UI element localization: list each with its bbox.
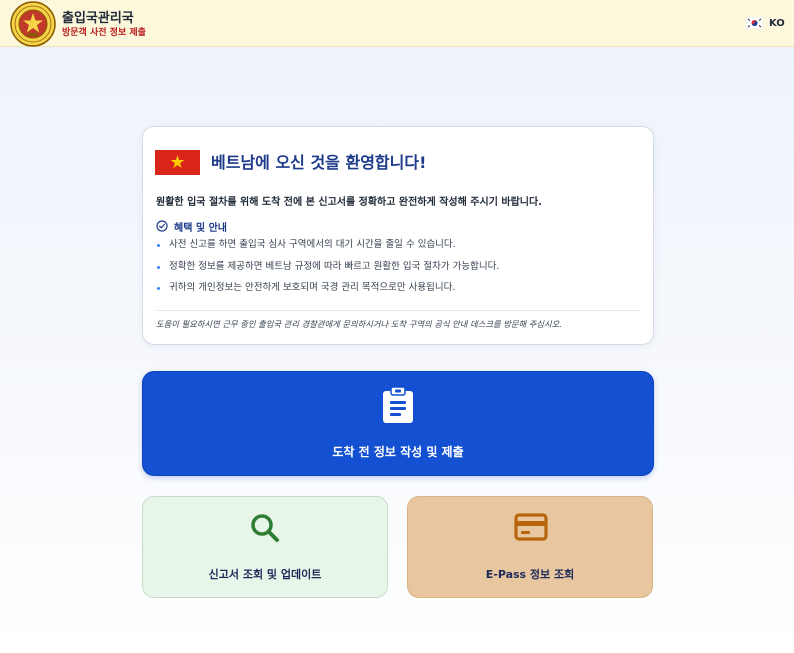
- korea-flag-icon: [745, 14, 764, 33]
- submit-arrival-info-label: 도착 전 정보 작성 및 제출: [332, 445, 464, 459]
- benefit-item: 귀하의 개인정보는 안전하게 보호되며 국경 관리 목적으로만 사용됩니다.: [156, 281, 636, 303]
- language-selector[interactable]: KO: [745, 14, 785, 33]
- vietnam-flag-icon: [155, 150, 200, 175]
- search-icon: [249, 512, 281, 548]
- check-circle-icon: [156, 217, 168, 236]
- credit-card-icon: [514, 512, 548, 546]
- clipboard-icon: [383, 386, 413, 427]
- intro-text: 원활한 입국 절차를 위해 도착 전에 본 신고서를 정확하고 완전하게 작성해…: [156, 197, 542, 208]
- immigration-emblem-icon: [10, 1, 56, 47]
- benefit-item: 정확한 정보를 제공하면 베트남 규정에 따라 빠르고 원활한 입국 절차가 가…: [156, 260, 636, 282]
- epass-lookup-label: E-Pass 정보 조회: [485, 568, 575, 581]
- submit-arrival-info-button[interactable]: 도착 전 정보 작성 및 제출: [142, 371, 654, 476]
- lookup-declaration-label: 신고서 조회 및 업데이트: [208, 568, 322, 581]
- benefit-item: 사전 신고를 하면 출입국 심사 구역에서의 대기 시간을 줄일 수 있습니다.: [156, 238, 636, 260]
- divider: [156, 310, 640, 311]
- app-title: 출입국관리국: [62, 11, 134, 26]
- app-header: 출입국관리국 방문객 사전 정보 제출 KO: [0, 0, 794, 47]
- welcome-title: 베트남에 오신 것을 환영합니다!: [211, 153, 427, 172]
- welcome-info-card: 베트남에 오신 것을 환영합니다! 원활한 입국 절차를 위해 도착 전에 본 …: [142, 126, 654, 345]
- benefits-header: 혜택 및 안내: [156, 218, 227, 234]
- epass-lookup-button[interactable]: E-Pass 정보 조회: [407, 496, 653, 598]
- help-text: 도움이 필요하시면 근무 중인 출입국 관리 경찰관에게 문의하시거나 도착 구…: [156, 319, 562, 329]
- language-code: KO: [769, 17, 785, 29]
- lookup-declaration-button[interactable]: 신고서 조회 및 업데이트: [142, 496, 388, 598]
- benefits-list: 사전 신고를 하면 출입국 심사 구역에서의 대기 시간을 줄일 수 있습니다.…: [156, 238, 636, 303]
- benefits-title: 혜택 및 안내: [174, 222, 227, 234]
- app-subtitle: 방문객 사전 정보 제출: [62, 28, 146, 38]
